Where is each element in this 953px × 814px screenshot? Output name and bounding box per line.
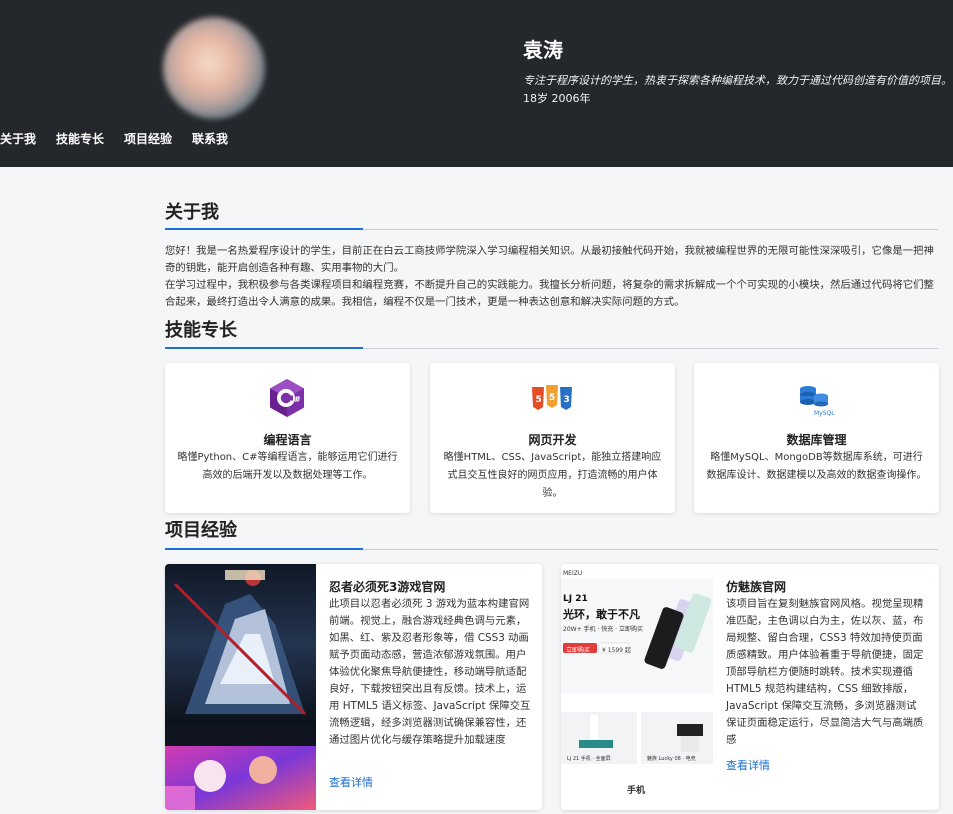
project-card-ninja: 忍者必须死3游戏官网 此项目以忍者必须死 3 游戏为蓝本构建官网前端。视觉上，融…	[165, 564, 542, 810]
nav-item-skills[interactable]: 技能专长	[56, 130, 104, 147]
about-paragraph-2: 在学习过程中，我积极参与各类课程项目和编程竞赛，不断提升自己的实践能力。我擅长分…	[165, 279, 934, 308]
projects-title: 项目经验	[165, 520, 237, 541]
skill-title: 数据库管理	[786, 433, 847, 447]
meizu-slogan: 光环，敢于不凡	[563, 608, 640, 621]
meizu-caption-2: 魅族 Lucky 08 · 电竞	[647, 756, 696, 762]
nav-item-projects[interactable]: 项目经验	[124, 130, 172, 147]
main-nav: 关于我 技能专长 项目经验 联系我	[0, 130, 248, 147]
svg-text:5: 5	[549, 393, 555, 403]
about-title: 关于我	[165, 202, 219, 223]
mysql-label: MySQL	[814, 410, 835, 417]
meizu-model: LJ 21	[563, 594, 588, 604]
meizu-caption-1: LJ 21 手机 · 全面屏	[567, 756, 611, 762]
project-details-link[interactable]: 查看详情	[726, 757, 770, 773]
skill-title: 网页开发	[528, 433, 577, 447]
project-title: 忍者必须死3游戏官网	[329, 580, 446, 594]
skill-title: 编程语言	[263, 433, 312, 447]
project-description: 该项目旨在复刻魅族官网风格。视觉呈现精准匹配，主色调以白为主，佐以灰、蓝，布局规…	[726, 598, 924, 746]
svg-text:3: 3	[564, 395, 570, 405]
about-paragraph-1: 您好！我是一名热爱程序设计的学生，目前正在白云工商技师学院深入学习编程相关知识。…	[165, 245, 934, 274]
skill-description: 略懂MySQL、MongoDB等数据库系统，可进行数据库设计、数据建模以及高效的…	[706, 452, 927, 481]
skill-description: 略懂HTML、CSS、JavaScript，能独立搭建响应式且交互性良好的网页应…	[443, 452, 662, 499]
skill-card-web: 5 5 3 网页开发 略懂HTML、CSS、JavaScript，能独立搭建响应…	[430, 363, 675, 513]
nav-item-about[interactable]: 关于我	[0, 130, 36, 147]
site-header: 袁涛 专注于程序设计的学生，热衷于探索各种编程技术，致力于通过代码创造有价值的项…	[0, 0, 953, 167]
meizu-price: ¥ 1599 起	[602, 647, 631, 654]
nav-item-contact[interactable]: 联系我	[192, 130, 228, 147]
projects-divider	[165, 548, 938, 550]
svg-text:#: #	[294, 395, 301, 404]
meizu-subline: 20W+ 手机 · 快充 · 立即购买	[563, 626, 643, 633]
hero-age: 18岁 2006年	[523, 92, 591, 105]
project-card-meizu: MEIZU LJ 21 光环，敢于不凡 20W+ 手机 · 快充 · 立即购买 …	[561, 564, 939, 810]
skill-card-database: MySQL 数据库管理 略懂MySQL、MongoDB等数据库系统，可进行数据库…	[694, 363, 939, 513]
csharp-icon: #	[265, 377, 309, 419]
hero-name: 袁涛	[523, 38, 563, 62]
project-description: 此项目以忍者必须死 3 游戏为蓝本构建官网前端。视觉上，融合游戏经典色调与元素，…	[329, 598, 531, 746]
about-text: 您好！我是一名热爱程序设计的学生，目前正在白云工商技师学院深入学习编程相关知识。…	[165, 243, 937, 311]
project-title: 仿魅族官网	[726, 580, 787, 594]
meizu-site-screenshot: MEIZU LJ 21 光环，敢于不凡 20W+ 手机 · 快充 · 立即购买 …	[561, 564, 713, 810]
meizu-logo: MEIZU	[563, 570, 583, 577]
skills-divider	[165, 347, 938, 349]
database-icon: MySQL	[794, 377, 838, 419]
skill-description: 略懂Python、C#等编程语言，能够运用它们进行高效的后端开发以及数据处理等工…	[177, 452, 398, 481]
project-details-link[interactable]: 查看详情	[329, 774, 373, 790]
meizu-buy-button: 立即购买	[566, 647, 591, 654]
about-divider	[165, 228, 938, 230]
html-css-js-icon: 5 5 3	[530, 377, 574, 419]
ninja-game-screenshot	[165, 564, 316, 810]
svg-text:5: 5	[536, 395, 542, 405]
meizu-phone-label: 手机	[627, 786, 646, 796]
skill-card-programming: # 编程语言 略懂Python、C#等编程语言，能够运用它们进行高效的后端开发以…	[165, 363, 410, 513]
avatar	[163, 17, 265, 119]
hero-description: 专注于程序设计的学生，热衷于探索各种编程技术，致力于通过代码创造有价值的项目。	[523, 74, 952, 87]
skills-title: 技能专长	[165, 320, 237, 341]
